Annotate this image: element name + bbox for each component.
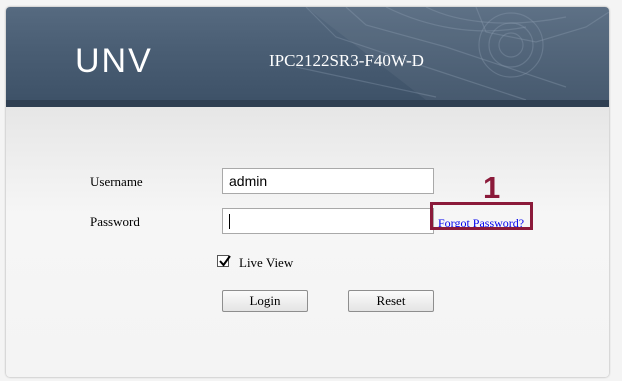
annotation-highlight-box [430, 202, 533, 230]
login-button[interactable]: Login [222, 290, 308, 312]
header-banner: UNV IPC2122SR3-F40W-D [6, 7, 609, 100]
text-cursor [229, 214, 230, 229]
checkmark-icon [219, 255, 231, 267]
login-panel [6, 107, 609, 377]
password-label: Password [90, 214, 140, 229]
brand-logo: UNV [75, 42, 153, 80]
reset-button[interactable]: Reset [348, 290, 434, 312]
username-label: Username [90, 174, 143, 189]
live-view-label: Live View [239, 255, 294, 270]
username-input[interactable]: admin [222, 168, 434, 194]
live-view-checkbox[interactable] [217, 255, 231, 267]
device-model: IPC2122SR3-F40W-D [269, 51, 424, 70]
password-input[interactable] [222, 208, 434, 234]
annotation-number: 1 [483, 170, 501, 205]
header-divider [6, 100, 609, 107]
